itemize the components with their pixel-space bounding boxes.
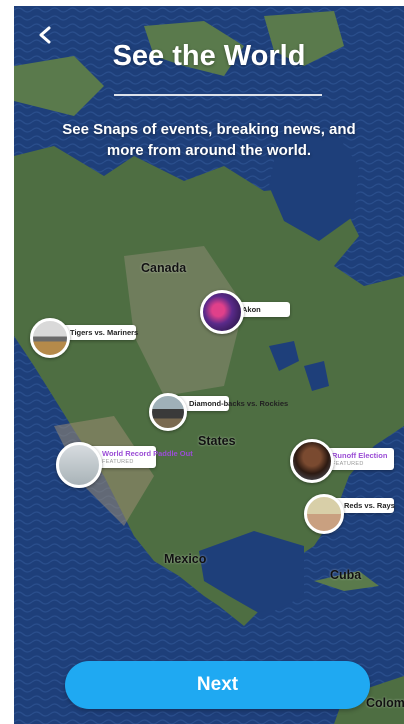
map-label-colombia: Colomb xyxy=(366,696,404,710)
story-title: Diamond-backs vs. Rockies xyxy=(189,399,288,408)
story-thumbnail xyxy=(30,318,70,358)
map-label-canada: Canada xyxy=(141,261,187,275)
story-title: Reds vs. Rays xyxy=(344,501,395,510)
story-thumbnail xyxy=(200,290,244,334)
story-title: World Record Paddle Out xyxy=(102,449,193,458)
story-title: Tigers vs. Mariners xyxy=(70,328,139,337)
next-button[interactable]: Next xyxy=(65,661,370,709)
featured-tag: FEATURED xyxy=(332,461,364,467)
featured-tag: FEATURED xyxy=(102,459,134,465)
story-thumbnail xyxy=(304,494,344,534)
map-label-cuba: Cuba xyxy=(330,568,362,582)
map-label-states: States xyxy=(198,434,236,448)
story-thumbnail xyxy=(290,439,334,483)
see-the-world-screen: See the World See Snaps of events, break… xyxy=(14,6,404,724)
story-thumbnail xyxy=(56,442,102,488)
story-title: Runoff Election xyxy=(332,451,388,460)
page-subtitle: See Snaps of events, breaking news, and … xyxy=(62,121,356,159)
title-divider xyxy=(114,94,322,96)
story-title: Akon xyxy=(242,305,261,314)
world-map[interactable] xyxy=(14,6,404,724)
map-label-mexico: Mexico xyxy=(164,552,207,566)
story-thumbnail xyxy=(149,393,187,431)
page-title: See the World xyxy=(112,40,306,72)
